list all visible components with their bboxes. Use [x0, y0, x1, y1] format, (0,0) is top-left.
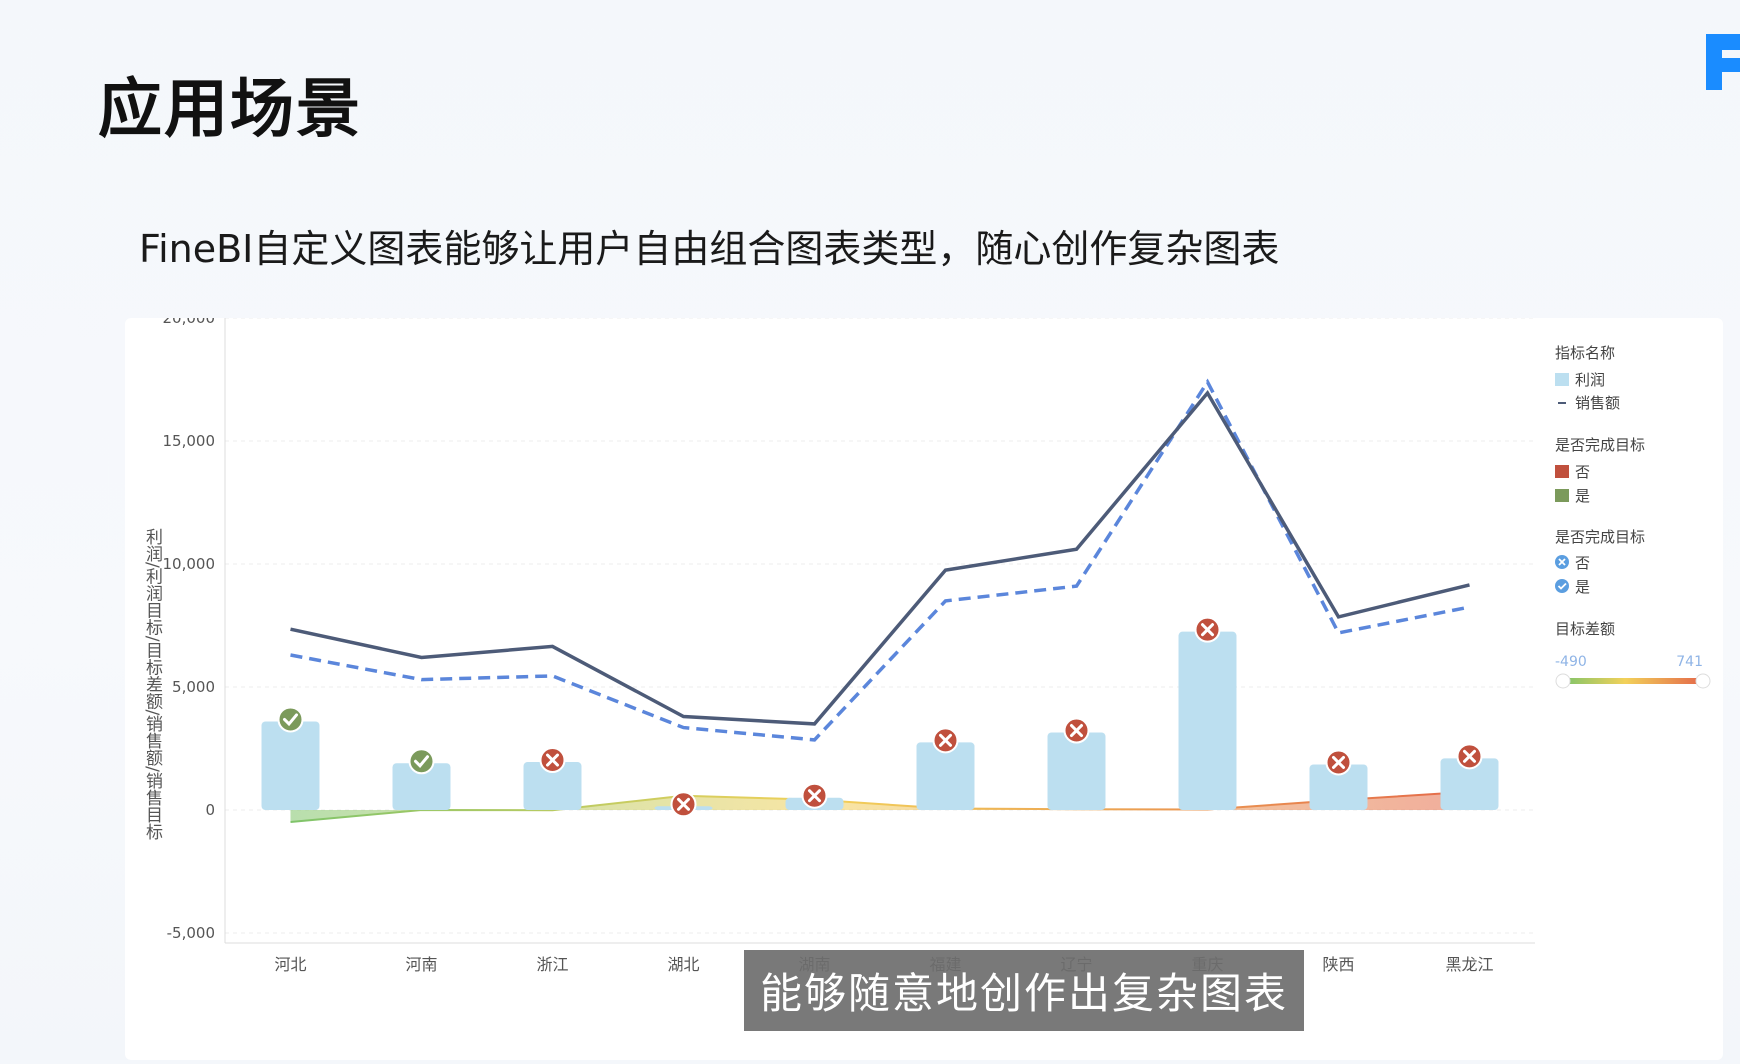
bar-layer: [261, 631, 1499, 810]
check-icon: [408, 748, 435, 775]
video-caption: 能够随意地创作出复杂图表: [744, 950, 1305, 1031]
grid-layer: [225, 317, 1535, 934]
legend-gradient-min: -490: [1555, 654, 1587, 670]
cross-icon: [539, 747, 566, 774]
x-tick-label: 河北: [274, 955, 306, 974]
sales-line[interactable]: [290, 390, 1470, 726]
legend-gradient-max-handle[interactable]: [1695, 673, 1711, 689]
cross-icon: [801, 782, 828, 809]
legend-no-swatch: [1555, 465, 1569, 478]
cross-icon: [1456, 743, 1483, 770]
cross-icon: [670, 791, 697, 818]
legend-gradient-max: 741: [1676, 654, 1703, 670]
cross-icon: [1063, 717, 1090, 744]
area-layer: [290, 790, 1470, 824]
legend-cross-icon: [1555, 555, 1569, 569]
legend-yes-label[interactable]: 是: [1575, 487, 1590, 505]
legend-sales-label[interactable]: 销售额: [1575, 394, 1620, 412]
line-layer: [290, 378, 1470, 742]
cross-icon: [1325, 749, 1352, 776]
check-icon: [277, 706, 304, 733]
y-tick-label: 10,000: [163, 555, 216, 573]
y-tick-label: -5,000: [167, 924, 215, 942]
legend-no-label[interactable]: 否: [1575, 463, 1590, 481]
finebi-logo-icon: [1706, 34, 1740, 90]
x-tick-label: 黑龙江: [1445, 955, 1493, 974]
legend-check-icon: [1555, 579, 1569, 593]
target-gap-area: [290, 791, 1470, 823]
y-tick-label: 15,000: [163, 432, 216, 450]
x-tick-label: 河南: [405, 955, 437, 974]
legend-gradient-title: 目标差额: [1555, 620, 1615, 638]
legend-group1-title: 指标名称: [1555, 344, 1615, 362]
chart-panel: 利润/利润目标/目标差额/销售额/销售目标 20,000 15,000 10,000…: [125, 306, 1723, 1060]
legend-group2-title: 是否完成目标: [1555, 436, 1645, 454]
sales-target-dashed-line[interactable]: [290, 378, 1470, 742]
cross-icon: [1194, 616, 1221, 643]
legend-cross-label[interactable]: 否: [1575, 554, 1590, 572]
y-tick-label: 5,000: [172, 678, 215, 696]
slide-subtitle: FineBI自定义图表能够让用户自由组合图表类型，随心创作复杂图表: [139, 227, 1280, 271]
y-tick-label: 0: [205, 801, 215, 819]
combo-chart: 利润/利润目标/目标差额/销售额/销售目标 20,000 15,000 10,000…: [142, 306, 1711, 974]
chart-legend: 指标名称 利润 销售额 是否完成目标 否 是 是否完成目标 否 是 目标差额 -…: [1555, 344, 1711, 689]
x-tick-label: 浙江: [536, 955, 568, 974]
profit-bar[interactable]: [1047, 732, 1106, 810]
slide-title: 应用场景: [98, 73, 362, 147]
axis-layer: 利润/利润目标/目标差额/销售额/销售目标 20,000 15,000 10,000…: [142, 306, 1535, 944]
profit-bar[interactable]: [1178, 631, 1237, 810]
y-axis-title: 利润/利润目标/目标差额/销售额/销售目标: [142, 528, 163, 841]
legend-gradient-min-handle[interactable]: [1555, 673, 1571, 689]
profit-bar[interactable]: [261, 721, 320, 810]
cross-icon: [932, 727, 959, 754]
legend-profit-swatch: [1555, 373, 1569, 386]
legend-check-label[interactable]: 是: [1575, 578, 1590, 596]
legend-profit-label[interactable]: 利润: [1575, 371, 1605, 389]
legend-group3-title: 是否完成目标: [1555, 528, 1645, 546]
y-tick-label: 20,000: [163, 318, 216, 327]
legend-gradient-bar: [1563, 678, 1701, 684]
x-tick-label: 湖北: [667, 955, 699, 974]
x-tick-label: 陕西: [1322, 955, 1354, 974]
legend-yes-swatch: [1555, 489, 1569, 502]
